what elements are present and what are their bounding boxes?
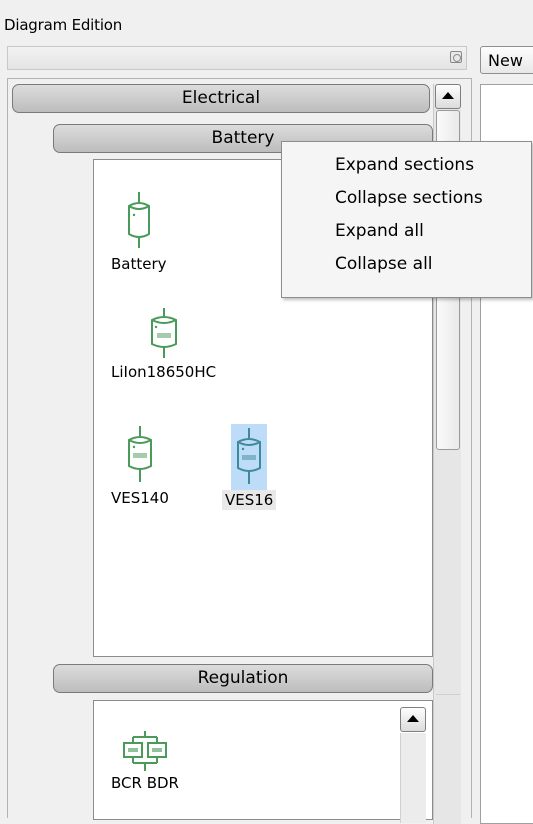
- arrow-up-icon: [407, 715, 419, 722]
- battery-icon: [127, 426, 152, 482]
- scrollbar-track[interactable]: [436, 694, 460, 734]
- float-dock-icon[interactable]: [450, 51, 462, 63]
- menu-item-collapse-sections[interactable]: Collapse sections: [282, 182, 531, 215]
- tab-new[interactable]: New: [480, 46, 533, 74]
- battery-icon: [150, 308, 177, 358]
- component-bcr-bdr[interactable]: BCR BDR: [108, 729, 182, 793]
- component-label: VES140: [111, 489, 169, 507]
- menu-item-expand-all[interactable]: Expand all: [282, 215, 531, 248]
- window-title: Diagram Edition: [4, 16, 123, 34]
- battery-icon: [237, 428, 262, 484]
- component-label: Battery: [111, 255, 167, 273]
- regulation-section-content: BCR BDR: [93, 700, 433, 823]
- arrow-up-icon: [442, 92, 454, 99]
- component-battery[interactable]: Battery: [108, 190, 170, 274]
- section-electrical[interactable]: Electrical: [12, 84, 430, 113]
- component-liion18650hc[interactable]: LiIon18650HC: [108, 306, 219, 382]
- menu-item-expand-sections[interactable]: Expand sections: [282, 149, 531, 182]
- regulator-icon: [122, 731, 167, 771]
- component-label: LiIon18650HC: [111, 363, 217, 381]
- inner-scrollbar-track[interactable]: [400, 733, 426, 823]
- menu-item-collapse-all[interactable]: Collapse all: [282, 248, 531, 281]
- component-ves140[interactable]: VES140: [108, 424, 172, 508]
- component-label: VES16: [222, 490, 277, 510]
- component-ves16[interactable]: VES16: [222, 424, 277, 510]
- scroll-up-button[interactable]: [435, 84, 461, 109]
- dock-title-strip: [7, 46, 467, 70]
- context-menu: Expand sections Collapse sections Expand…: [281, 141, 532, 298]
- component-label: BCR BDR: [111, 774, 179, 792]
- section-regulation[interactable]: Regulation: [53, 664, 433, 693]
- battery-icon: [127, 192, 150, 248]
- selection-highlight: [231, 424, 268, 490]
- inner-scroll-up-button[interactable]: [400, 707, 426, 732]
